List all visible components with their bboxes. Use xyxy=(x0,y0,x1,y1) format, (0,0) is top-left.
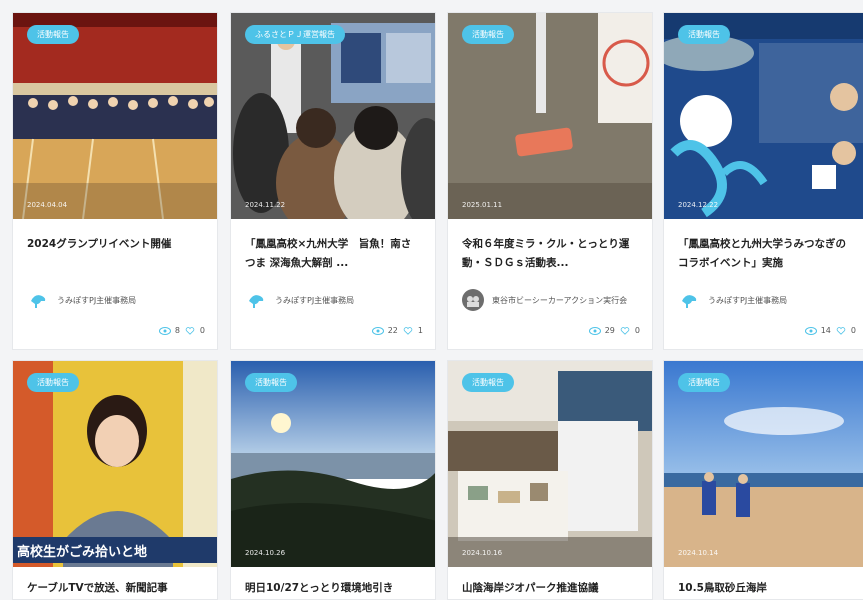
post-date: 2024.10.14 xyxy=(678,549,719,557)
bird-logo-icon xyxy=(245,289,267,311)
category-tag: 活動報告 xyxy=(27,373,79,392)
category-tag: 活動報告 xyxy=(462,25,514,44)
article-card[interactable]: 高校生がごみ拾いと地 活動報告 ケーブルTVで放送、新聞記事 xyxy=(12,360,218,600)
article-thumbnail[interactable]: 活動報告 2025.01.11 xyxy=(448,13,652,219)
author-row: 東谷市ビーシーカーアクション実行会 xyxy=(462,289,638,311)
article-card[interactable]: 活動報告 2024.10.16 山陰海岸ジオパーク推進協議 xyxy=(447,360,653,600)
article-title[interactable]: 「鳳凰高校×九州大学 旨魚！南さつま 深海魚大解剖 ... xyxy=(245,235,421,275)
article-card[interactable]: 活動報告 2024.10.14 10.5鳥取砂丘海岸 xyxy=(663,360,863,600)
article-title[interactable]: 令和６年度ミラ・クル・とっとり運動・ＳＤＧｓ活動表... xyxy=(462,235,638,275)
stats: 29 0 xyxy=(588,326,640,335)
tv-caption: 高校生がごみ拾いと地 xyxy=(17,545,148,560)
article-thumbnail[interactable]: 活動報告 2024.10.16 xyxy=(448,361,652,567)
article-card[interactable]: 活動報告 2025.01.11 令和６年度ミラ・クル・とっとり運動・ＳＤＧｓ活動… xyxy=(447,12,653,350)
post-date: 2024.10.16 xyxy=(462,549,503,557)
author-row: うみぽすPJ主催事務局 xyxy=(245,289,421,311)
like-count: 0 xyxy=(199,326,205,335)
article-title[interactable]: 「鳳凰高校と九州大学うみつなぎのコラボイベント」実施 xyxy=(678,235,854,275)
author-name[interactable]: うみぽすPJ主催事務局 xyxy=(708,294,787,307)
author-name[interactable]: うみぽすPJ主催事務局 xyxy=(275,294,354,307)
eye-icon xyxy=(588,326,601,335)
stats: 8 0 xyxy=(158,326,205,335)
view-count: 29 xyxy=(604,326,615,335)
category-tag: 活動報告 xyxy=(27,25,79,44)
author-row: うみぽすPJ主催事務局 xyxy=(678,289,854,311)
eye-icon xyxy=(804,326,817,335)
article-title[interactable]: 山陰海岸ジオパーク推進協議 xyxy=(462,579,638,599)
stats: 22 1 xyxy=(371,326,423,335)
article-card[interactable]: ふるさとＰＪ運営報告 2024.11.22 「鳳凰高校×九州大学 旨魚！南さつま… xyxy=(230,12,436,350)
view-count: 14 xyxy=(820,326,831,335)
like-count: 0 xyxy=(850,326,856,335)
heart-icon[interactable] xyxy=(619,326,631,335)
article-card[interactable]: 活動報告 2024.12.22 「鳳凰高校と九州大学うみつなぎのコラボイベント」… xyxy=(663,12,863,350)
bird-logo-icon xyxy=(678,289,700,311)
eye-icon xyxy=(371,326,384,335)
author-name[interactable]: 東谷市ビーシーカーアクション実行会 xyxy=(492,294,627,307)
stats: 14 0 xyxy=(804,326,856,335)
category-tag: 活動報告 xyxy=(245,373,297,392)
post-date: 2024.04.04 xyxy=(27,201,68,209)
article-title[interactable]: ケーブルTVで放送、新聞記事 xyxy=(27,579,203,599)
author-row: うみぽすPJ主催事務局 xyxy=(27,289,203,311)
article-title[interactable]: 明日10/27とっとり環境地引き xyxy=(245,579,421,599)
heart-icon[interactable] xyxy=(835,326,847,335)
org-avatar xyxy=(462,289,484,311)
like-count: 0 xyxy=(634,326,640,335)
article-grid: 活動報告 2024.04.04 2024グランプリイベント開催 うみぽすPJ主催… xyxy=(0,0,863,600)
post-date: 2025.01.11 xyxy=(462,201,503,209)
author-name[interactable]: うみぽすPJ主催事務局 xyxy=(57,294,136,307)
article-thumbnail[interactable]: 活動報告 2024.10.26 xyxy=(231,361,435,567)
category-tag: ふるさとＰＪ運営報告 xyxy=(245,25,345,44)
article-title[interactable]: 10.5鳥取砂丘海岸 xyxy=(678,579,854,599)
article-thumbnail[interactable]: 高校生がごみ拾いと地 活動報告 xyxy=(13,361,217,567)
article-thumbnail[interactable]: 活動報告 2024.10.14 xyxy=(664,361,863,567)
post-date: 2024.12.22 xyxy=(678,201,719,209)
article-thumbnail[interactable]: 活動報告 2024.12.22 xyxy=(664,13,863,219)
category-tag: 活動報告 xyxy=(462,373,514,392)
eye-icon xyxy=(158,326,171,335)
heart-icon[interactable] xyxy=(402,326,414,335)
article-title[interactable]: 2024グランプリイベント開催 xyxy=(27,235,203,275)
category-tag: 活動報告 xyxy=(678,25,730,44)
article-card[interactable]: 活動報告 2024.10.26 明日10/27とっとり環境地引き xyxy=(230,360,436,600)
heart-icon[interactable] xyxy=(184,326,196,335)
view-count: 22 xyxy=(387,326,398,335)
like-count: 1 xyxy=(417,326,423,335)
bird-logo-icon xyxy=(27,289,49,311)
article-thumbnail[interactable]: ふるさとＰＪ運営報告 2024.11.22 xyxy=(231,13,435,219)
post-date: 2024.10.26 xyxy=(245,549,286,557)
post-date: 2024.11.22 xyxy=(245,201,286,209)
category-tag: 活動報告 xyxy=(678,373,730,392)
view-count: 8 xyxy=(174,326,180,335)
article-thumbnail[interactable]: 活動報告 2024.04.04 xyxy=(13,13,217,219)
article-card[interactable]: 活動報告 2024.04.04 2024グランプリイベント開催 うみぽすPJ主催… xyxy=(12,12,218,350)
